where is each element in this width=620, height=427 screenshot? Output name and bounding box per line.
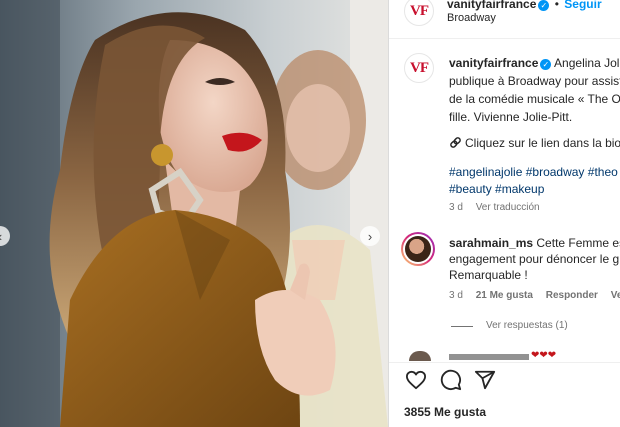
comment-meta: 3 d 21 Me gusta Responder Ver t	[449, 290, 620, 301]
reply-button[interactable]: Responder	[546, 290, 598, 301]
verified-badge-icon: ✓	[540, 59, 552, 70]
post-details-panel: VF vanityfairfrance ✓ • Seguir Broadway V…	[388, 0, 620, 427]
caption-line-1: vanityfairfrance✓ Angelina Jolie	[449, 54, 620, 72]
hashtags-line-1[interactable]: #angelinajolie #broadway #theo	[449, 163, 618, 181]
likes-count[interactable]: 3855 Me gusta	[404, 405, 486, 419]
verified-badge-icon: ✓	[538, 0, 550, 11]
dot-separator: •	[554, 0, 559, 11]
location-label[interactable]: Broadway	[447, 12, 496, 24]
comment-likes[interactable]: 21 Me gusta	[476, 290, 533, 301]
replies-line	[451, 326, 473, 327]
comment-text-3: Remarquable !	[449, 268, 528, 282]
hashtags-line-2[interactable]: #beauty #makeup	[449, 180, 544, 198]
caption-translate-button[interactable]: Ver traducción	[476, 202, 540, 213]
header-divider	[389, 38, 620, 39]
caption-time[interactable]: 3 d	[449, 202, 463, 213]
link-icon	[450, 137, 461, 148]
caption-avatar[interactable]: VF	[404, 53, 434, 83]
post-header: vanityfairfrance ✓ • Seguir	[447, 0, 602, 11]
caption-text-1: Angelina Jolie	[554, 56, 620, 70]
caption-text-3: de la comédie musicale « The Ou	[449, 92, 620, 106]
next-comment-avatar[interactable]	[409, 351, 431, 361]
view-replies-button[interactable]: Ver respuestas (1)	[486, 320, 568, 331]
follow-button[interactable]: Seguir	[564, 0, 601, 11]
comment-icon[interactable]	[440, 369, 462, 391]
share-icon[interactable]	[474, 369, 496, 391]
chevron-right-icon[interactable]: ›	[360, 226, 380, 246]
caption-text-2: publique à Broadway pour assist	[449, 74, 620, 88]
comment-time[interactable]: 3 d	[449, 290, 463, 301]
comment-username[interactable]: sarahmain_ms	[449, 236, 533, 250]
next-comment-preview	[449, 354, 529, 360]
caption-text-4: fille. Vivienne Jolie-Pitt.	[449, 110, 573, 124]
post-photo	[0, 0, 388, 427]
vf-logo-text: VF	[410, 2, 429, 19]
caption-link-text: Cliquez sur le lien dans la bio	[465, 136, 620, 150]
heart-icon[interactable]	[405, 370, 427, 390]
vf-logo-text: VF	[410, 59, 429, 76]
caption-link-line: Cliquez sur le lien dans la bio	[449, 134, 620, 152]
caption-meta: 3 d Ver traducción	[449, 202, 540, 213]
actions-divider	[389, 362, 620, 363]
profile-avatar[interactable]: VF	[404, 0, 434, 26]
comment-translate-button[interactable]: Ver t	[611, 290, 620, 301]
comment-text-1: Cette Femme est	[536, 236, 620, 250]
caption-username[interactable]: vanityfairfrance	[449, 56, 538, 70]
post-image[interactable]: ‹ ›	[0, 0, 388, 427]
header-username[interactable]: vanityfairfrance	[447, 0, 536, 11]
commenter-avatar[interactable]	[401, 232, 435, 266]
next-comment-hearts: ❤❤❤	[531, 350, 557, 361]
